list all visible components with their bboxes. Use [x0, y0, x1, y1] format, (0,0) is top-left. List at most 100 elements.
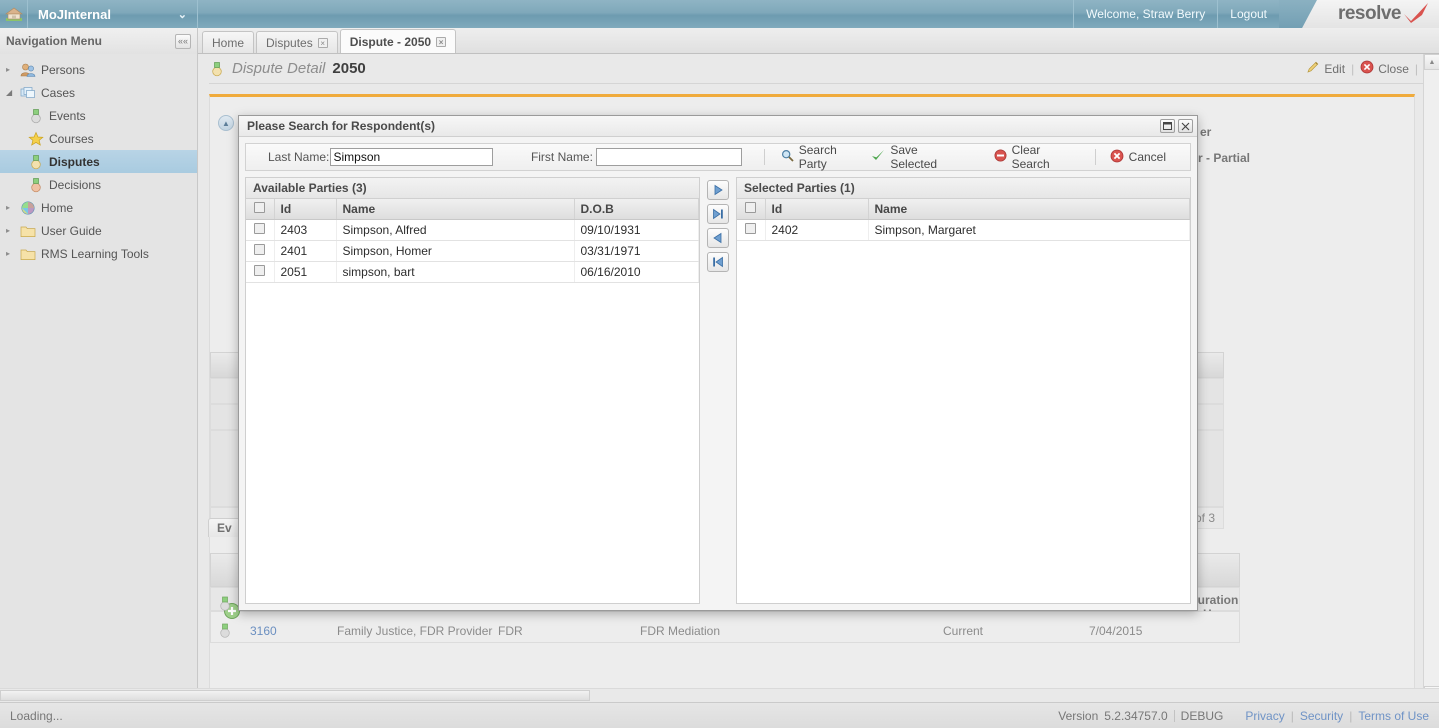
column-id[interactable]: Id [765, 199, 869, 220]
row-select-cell[interactable] [246, 261, 275, 283]
sidebar-item-label: Events [49, 108, 86, 123]
row-checkbox[interactable] [745, 222, 757, 234]
row-select-cell[interactable] [246, 219, 275, 241]
folder-icon [20, 223, 36, 239]
last-name-input[interactable] [329, 148, 493, 166]
row-select-cell[interactable] [246, 240, 275, 262]
table-row[interactable]: 2403 Simpson, Alfred 09/10/1931 [246, 219, 699, 241]
available-parties-pane: Available Parties (3) Id Name D.O.B 2403… [245, 177, 700, 604]
tab-disputes[interactable]: Disputes × [256, 31, 338, 53]
table-row[interactable]: 2402 Simpson, Margaret [737, 219, 1190, 241]
row-select-cell[interactable] [737, 219, 766, 241]
sidebar-item-home[interactable]: ▸ Home [0, 196, 197, 219]
expand-arrow-icon[interactable]: ▸ [6, 249, 15, 258]
sidebar-item-rms-learning-tools[interactable]: ▸ RMS Learning Tools [0, 242, 197, 265]
check-icon [871, 149, 885, 165]
vertical-scrollbar[interactable]: ▲ ▼ [1423, 54, 1439, 702]
table-row[interactable]: 2401 Simpson, Homer 03/31/1971 [246, 240, 699, 262]
scroll-up-arrow-icon[interactable]: ▲ [1424, 54, 1439, 70]
navigation-menu-header: Navigation Menu «« [0, 28, 198, 54]
sidebar-item-disputes[interactable]: Disputes [0, 150, 197, 173]
sidebar-item-events[interactable]: Events [0, 104, 197, 127]
close-label: Close [1378, 61, 1409, 76]
sidebar-item-cases[interactable]: ◢ Cases [0, 81, 197, 104]
row-checkbox[interactable] [254, 264, 266, 276]
select-all-header[interactable] [737, 199, 766, 220]
column-name[interactable]: Name [868, 199, 1190, 220]
restore-icon[interactable] [1160, 119, 1175, 133]
page-title: Dispute Detail [232, 60, 326, 77]
clear-search-button[interactable]: Clear Search [994, 143, 1069, 171]
column-dob[interactable]: D.O.B [574, 199, 699, 220]
clear-search-label: Clear Search [1011, 143, 1050, 171]
cell-name: Simpson, Margaret [868, 219, 1190, 241]
sidebar-item-courses[interactable]: Courses [0, 127, 197, 150]
panel-collapse-toggle[interactable]: ▲ [218, 115, 234, 131]
move-right-button[interactable] [707, 180, 729, 200]
cell-dob: 09/10/1931 [574, 219, 699, 241]
horizontal-scrollbar[interactable] [0, 688, 1439, 702]
privacy-link[interactable]: Privacy [1245, 709, 1284, 723]
application-selector[interactable]: MoJInternal ⌄ [28, 0, 198, 28]
tab-dispute-2050[interactable]: Dispute - 2050 × [339, 29, 457, 53]
expand-arrow-icon[interactable]: ▸ [6, 65, 15, 74]
brand-name: resolve [1337, 3, 1402, 24]
edit-button[interactable]: Edit [1306, 60, 1345, 77]
status-bar: Loading... Version 5.2.34757.0 DEBUG Pri… [0, 702, 1439, 728]
move-all-left-button[interactable] [707, 252, 729, 272]
select-all-checkbox[interactable] [745, 201, 757, 213]
table-header-row: Id Name [737, 199, 1190, 220]
row-checkbox[interactable] [254, 222, 266, 234]
row-checkbox[interactable] [254, 243, 266, 255]
close-button[interactable]: Close [1360, 60, 1409, 77]
terms-of-use-link[interactable]: Terms of Use [1358, 709, 1429, 723]
first-name-label: First Name: [530, 150, 593, 164]
column-id[interactable]: Id [274, 199, 337, 220]
table-row[interactable]: 2051 simpson, bart 06/16/2010 [246, 261, 699, 283]
sidebar-item-user-guide[interactable]: ▸ User Guide [0, 219, 197, 242]
tab-events[interactable]: Ev [208, 518, 241, 537]
cell-id: 2051 [274, 261, 337, 283]
expand-arrow-icon[interactable]: ▸ [6, 203, 15, 212]
expand-arrow-icon[interactable]: ▸ [6, 226, 15, 235]
collapse-sidebar-button[interactable]: «« [175, 33, 191, 49]
move-all-right-button[interactable] [707, 204, 729, 224]
row-id[interactable]: 3160 [250, 624, 277, 638]
sidebar-item-persons[interactable]: ▸ Persons [0, 58, 197, 81]
select-all-checkbox[interactable] [254, 201, 266, 213]
cell-id: 2401 [274, 240, 337, 262]
close-icon[interactable]: × [317, 37, 328, 48]
sidebar-navigation: ▸ Persons ◢ Cases Events Courses Dispute… [0, 54, 198, 702]
horizontal-scroll-thumb[interactable] [0, 690, 590, 701]
home-icon[interactable] [0, 0, 28, 28]
page-actions: Edit | Close | [1306, 60, 1424, 77]
tab-home[interactable]: Home [202, 31, 255, 53]
event-icon [28, 108, 44, 124]
selected-parties-pane: Selected Parties (1) Id Name 2402 Simpso… [736, 177, 1191, 604]
first-name-input[interactable] [595, 148, 742, 166]
cancel-button[interactable]: Cancel [1110, 149, 1166, 166]
available-parties-body: Id Name D.O.B 2403 Simpson, Alfred 09/10… [246, 199, 699, 603]
column-name[interactable]: Name [336, 199, 575, 220]
move-left-button[interactable] [707, 228, 729, 248]
security-link[interactable]: Security [1300, 709, 1343, 723]
select-all-header[interactable] [246, 199, 275, 220]
background-text-fragment-2: r - Partial [1198, 151, 1251, 165]
logout-link[interactable]: Logout [1217, 0, 1279, 28]
cell-dob: 03/31/1971 [574, 240, 699, 262]
sidebar-item-label: Decisions [49, 177, 102, 192]
divider: | [1414, 61, 1418, 76]
divider [763, 149, 765, 165]
cell-name: Simpson, Alfred [336, 219, 575, 241]
dispute-icon [28, 154, 44, 170]
sidebar-item-decisions[interactable]: Decisions [0, 173, 197, 196]
dialog-title-bar: Please Search for Respondent(s) [239, 116, 1197, 137]
cell-dob: 06/16/2010 [574, 261, 699, 283]
close-icon[interactable] [1178, 119, 1193, 133]
collapse-arrow-icon[interactable]: ◢ [6, 88, 15, 97]
respondent-search-dialog: Please Search for Respondent(s) Last Nam… [238, 115, 1198, 611]
search-party-button[interactable]: Search Party [781, 143, 856, 171]
save-selected-button[interactable]: Save Selected [871, 143, 953, 171]
save-selected-label: Save Selected [890, 143, 938, 171]
close-icon[interactable]: × [436, 36, 447, 47]
